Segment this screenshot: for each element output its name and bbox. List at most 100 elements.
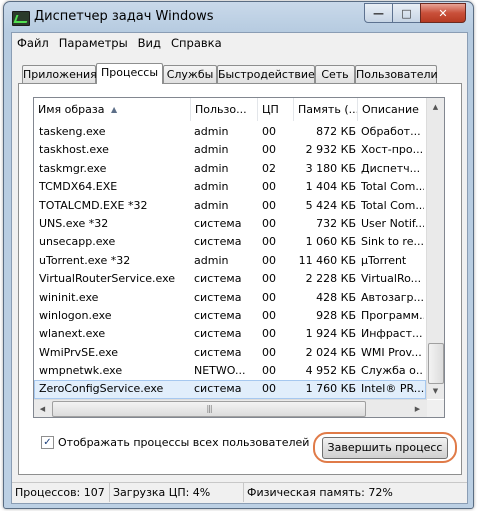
column-header-user[interactable]: Пользо... — [191, 98, 258, 121]
status-cpu-usage: Загрузка ЦП: 4% — [110, 483, 244, 502]
process-user-name: система — [194, 272, 242, 286]
column-header-memory[interactable]: Память (... — [294, 98, 358, 121]
process-description: Программ... — [361, 308, 424, 322]
sort-ascending-icon: ▲ — [111, 105, 118, 114]
status-bar: Процессов: 107 Загрузка ЦП: 4% Физическа… — [12, 482, 467, 503]
process-cpu: 00 — [262, 382, 276, 396]
process-description: VirtualRo... — [361, 272, 422, 286]
process-memory: 928 КБ — [316, 308, 356, 322]
process-description: Хост-про... — [361, 143, 424, 157]
table-row[interactable]: unsecapp.exe система 00 1 060 КБ Sink to re.… — [34, 233, 426, 251]
window-title: Диспетчер задач Windows — [34, 9, 214, 24]
window-controls: — □ ✕ — [364, 3, 466, 23]
process-description: Диспетч... — [361, 161, 421, 175]
horizontal-scroll-thumb[interactable]: ||| — [52, 401, 366, 417]
menu-help[interactable]: Справка — [166, 33, 227, 53]
process-memory: 2 228 КБ — [305, 272, 356, 286]
process-cpu: 02 — [262, 161, 276, 175]
task-manager-app-icon — [12, 11, 30, 26]
process-description: Sink to re... — [361, 235, 424, 249]
scrollbar-corner — [427, 400, 444, 417]
process-cpu: 00 — [262, 308, 276, 322]
table-row[interactable]: VirtualRouterService.exe система 00 2 228 К… — [34, 270, 426, 288]
end-process-button[interactable]: Завершить процесс — [322, 437, 448, 459]
tab-performance[interactable]: Быстродействие — [217, 65, 315, 83]
process-image-name: uTorrent.exe *32 — [39, 253, 131, 267]
table-row[interactable]: winlogon.exe система 00 928 КБ Программ... — [34, 307, 426, 325]
process-user-name: система — [194, 235, 242, 249]
process-user-name: система — [194, 327, 242, 341]
table-row[interactable]: taskhost.exe admin 00 2 932 КБ Хост-про... — [34, 141, 426, 159]
process-memory: 428 КБ — [316, 290, 356, 304]
menu-file[interactable]: Файл — [12, 33, 54, 53]
process-user-name: система — [194, 308, 242, 322]
process-memory: 1 060 КБ — [305, 235, 356, 249]
column-header-cpu[interactable]: ЦП — [258, 98, 294, 121]
process-description: Служба о... — [361, 364, 424, 378]
vertical-scroll-thumb[interactable] — [428, 343, 444, 384]
tab-processes[interactable]: Процессы — [96, 63, 163, 84]
process-image-name: winlogon.exe — [39, 308, 112, 322]
scroll-down-arrow-icon[interactable]: ▼ — [427, 382, 444, 399]
menu-view[interactable]: Вид — [133, 33, 166, 53]
tab-services[interactable]: Службы — [163, 65, 217, 83]
show-all-users-checkbox[interactable]: ✓ — [41, 436, 54, 449]
process-list-header: Имя образа ▲ Пользо... ЦП Память (... Оп… — [34, 98, 426, 121]
process-memory: 1 404 КБ — [305, 180, 356, 194]
process-user-name: система — [194, 216, 242, 230]
process-rows: taskeng.exe admin 00 872 КБ Обработ... taskho… — [34, 123, 426, 417]
table-row[interactable]: WmiPrvSE.exe система 00 2 024 КБ WMI Prov... — [34, 344, 426, 362]
process-memory: 2 932 КБ — [305, 143, 356, 157]
table-row[interactable]: uTorrent.exe *32 admin 00 11 460 КБ µTorrent — [34, 252, 426, 270]
process-list[interactable]: Имя образа ▲ Пользо... ЦП Память (... Оп… — [33, 97, 445, 418]
process-image-name: unsecapp.exe — [39, 235, 116, 249]
table-row[interactable]: ZeroConfigService.exe система 00 1 760 КБ In… — [34, 380, 426, 399]
horizontal-scrollbar[interactable]: ◀ ||| ▶ — [34, 399, 427, 417]
minimize-button[interactable]: — — [364, 3, 393, 23]
process-user-name: система — [194, 290, 242, 304]
table-row[interactable]: TOTALCMD.EXE *32 admin 00 5 424 КБ Total Com… — [34, 197, 426, 215]
tab-users[interactable]: Пользователи — [355, 65, 438, 83]
vertical-scrollbar[interactable]: ▲ ▼ — [426, 98, 444, 399]
process-image-name: VirtualRouterService.exe — [39, 272, 176, 286]
close-button[interactable]: ✕ — [420, 3, 466, 23]
process-image-name: taskhost.exe — [39, 143, 109, 157]
process-image-name: WmiPrvSE.exe — [39, 345, 119, 359]
table-row[interactable]: UNS.exe *32 система 00 732 КБ User Notif... — [34, 215, 426, 233]
show-all-users-label: Отображать процессы всех пользователей — [58, 436, 310, 449]
process-image-name: ZeroConfigService.exe — [39, 382, 164, 396]
table-row[interactable]: taskmgr.exe admin 02 3 180 КБ Диспетч... — [34, 160, 426, 178]
table-row[interactable]: taskeng.exe admin 00 872 КБ Обработ... — [34, 123, 426, 141]
process-cpu: 00 — [262, 180, 276, 194]
column-header-description[interactable]: Описание — [358, 98, 426, 121]
process-cpu: 00 — [262, 125, 276, 138]
table-row[interactable]: wininit.exe система 00 428 КБ Автозагр... — [34, 289, 426, 307]
process-image-name: UNS.exe *32 — [39, 216, 109, 230]
process-user-name: система — [194, 382, 242, 396]
process-memory: 11 460 КБ — [298, 253, 356, 267]
column-header-image-name[interactable]: Имя образа ▲ — [34, 98, 191, 121]
maximize-button[interactable]: □ — [392, 3, 421, 23]
process-description: Инфраст... — [361, 327, 423, 341]
process-memory: 2 024 КБ — [305, 345, 356, 359]
process-memory: 1 924 КБ — [305, 327, 356, 341]
process-cpu: 00 — [262, 216, 276, 230]
process-user-name: admin — [194, 180, 229, 194]
table-row[interactable]: wmpnetwk.exe NETWO... 00 4 952 КБ Служба о..… — [34, 362, 426, 380]
process-memory: 5 424 КБ — [305, 198, 356, 212]
menu-options[interactable]: Параметры — [54, 33, 133, 53]
table-row[interactable]: TCMDX64.EXE admin 00 1 404 КБ Total Com... — [34, 178, 426, 196]
scroll-left-arrow-icon[interactable]: ◀ — [34, 400, 51, 417]
process-user-name: admin — [194, 198, 229, 212]
title-bar[interactable]: Диспетчер задач Windows — □ ✕ — [4, 2, 473, 32]
process-cpu: 00 — [262, 143, 276, 157]
show-all-users-option[interactable]: ✓ Отображать процессы всех пользователей — [41, 436, 309, 449]
tab-applications[interactable]: Приложения — [22, 65, 97, 83]
tab-network[interactable]: Сеть — [315, 65, 355, 83]
process-user-name: admin — [194, 143, 229, 157]
scroll-right-arrow-icon[interactable]: ▶ — [409, 400, 426, 417]
scroll-up-arrow-icon[interactable]: ▲ — [427, 98, 444, 115]
process-description: WMI Prov... — [361, 345, 422, 359]
table-row[interactable]: wlanext.exe система 00 1 924 КБ Инфраст... — [34, 325, 426, 343]
process-user-name: admin — [194, 125, 229, 138]
